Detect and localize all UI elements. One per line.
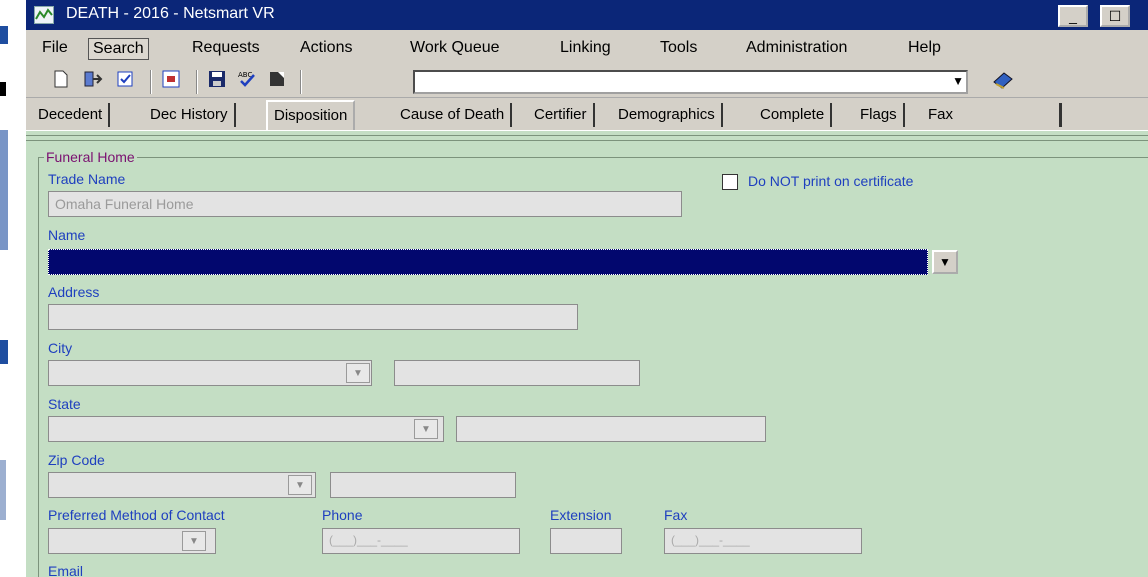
scroll-region-edge xyxy=(26,135,1148,141)
phone-label: Phone xyxy=(322,507,363,523)
tab-certifier[interactable]: Certifier xyxy=(528,103,595,127)
fax-field[interactable]: (___)___-____ xyxy=(664,528,862,554)
menu-search[interactable]: Search xyxy=(88,38,149,60)
new-document-icon[interactable] xyxy=(50,70,72,92)
extension-label: Extension xyxy=(550,507,612,523)
menu-actions[interactable]: Actions xyxy=(296,38,356,58)
tab-dec-history[interactable]: Dec History xyxy=(144,103,236,127)
dark-square-icon[interactable] xyxy=(266,70,288,92)
address-label: Address xyxy=(48,284,100,300)
preferred-contact-label: Preferred Method of Contact xyxy=(48,507,225,523)
trade-name-field[interactable]: Omaha Funeral Home xyxy=(48,191,682,217)
city-text-field[interactable] xyxy=(394,360,640,386)
zip-code-combo[interactable] xyxy=(48,472,316,498)
minimize-icon: _ xyxy=(1069,8,1077,24)
address-field[interactable] xyxy=(48,304,578,330)
chevron-down-icon[interactable]: ▼ xyxy=(288,475,312,495)
maximize-button[interactable]: ☐ xyxy=(1100,5,1130,27)
minimize-button[interactable]: _ xyxy=(1058,5,1088,27)
do-not-print-label: Do NOT print on certificate xyxy=(748,173,914,189)
menu-bar: File Search Requests Actions Work Queue … xyxy=(26,36,1148,62)
window-title: DEATH - 2016 - Netsmart VR xyxy=(66,5,275,22)
book-icon[interactable] xyxy=(992,70,1014,92)
app-icon xyxy=(34,6,54,24)
toolbar-separator xyxy=(150,70,152,94)
state-label: State xyxy=(48,396,81,412)
city-combo[interactable] xyxy=(48,360,372,386)
checkmark-icon[interactable] xyxy=(114,70,136,92)
tab-decedent[interactable]: Decedent xyxy=(32,103,111,127)
menu-requests[interactable]: Requests xyxy=(188,38,264,58)
chevron-down-icon[interactable]: ▼ xyxy=(952,74,964,88)
fax-label: Fax xyxy=(664,507,688,523)
tab-demographics[interactable]: Demographics xyxy=(612,103,723,127)
tab-strip: Decedent Dec History Disposition Cause o… xyxy=(26,100,1148,130)
chevron-down-icon[interactable]: ▼ xyxy=(414,419,438,439)
disposition-panel: Funeral Home Trade Name Omaha Funeral Ho… xyxy=(26,130,1148,577)
group-title: Funeral Home xyxy=(44,149,137,165)
form-icon[interactable] xyxy=(160,70,182,92)
city-label: City xyxy=(48,340,73,356)
name-dropdown-button[interactable]: ▼ xyxy=(932,250,958,274)
menu-linking[interactable]: Linking xyxy=(556,38,615,58)
tab-disposition[interactable]: Disposition xyxy=(266,100,356,130)
chevron-down-icon[interactable]: ▼ xyxy=(346,363,370,383)
title-bar: DEATH - 2016 - Netsmart VR _ ☐ xyxy=(26,0,1148,30)
tab-fax[interactable]: Fax xyxy=(922,103,1062,127)
netsmart-window: DEATH - 2016 - Netsmart VR _ ☐ File Sear… xyxy=(26,0,1148,577)
toolbar-separator xyxy=(196,70,198,94)
zip-code-text-field[interactable] xyxy=(330,472,516,498)
tab-flags[interactable]: Flags xyxy=(854,103,905,127)
state-combo[interactable] xyxy=(48,416,444,442)
zip-code-label: Zip Code xyxy=(48,452,105,468)
spellcheck-icon[interactable]: ABC xyxy=(236,70,258,92)
trade-name-label: Trade Name xyxy=(48,171,126,187)
extension-field[interactable] xyxy=(550,528,622,554)
chevron-down-icon: ▼ xyxy=(939,255,951,269)
toolbar: ABC ▼ xyxy=(26,66,1148,98)
toolbar-separator xyxy=(300,70,302,94)
chevron-down-icon[interactable]: ▼ xyxy=(182,531,206,551)
save-icon[interactable] xyxy=(206,70,228,92)
menu-work-queue[interactable]: Work Queue xyxy=(406,38,504,58)
tab-complete[interactable]: Complete xyxy=(754,103,833,127)
state-text-field[interactable] xyxy=(456,416,766,442)
exit-icon[interactable] xyxy=(82,70,104,92)
name-label: Name xyxy=(48,227,86,243)
menu-file[interactable]: File xyxy=(38,38,72,58)
name-combo[interactable] xyxy=(48,249,928,275)
phone-field[interactable]: (___)___-____ xyxy=(322,528,520,554)
email-label: Email xyxy=(48,563,84,577)
do-not-print-checkbox[interactable] xyxy=(722,174,738,190)
maximize-icon: ☐ xyxy=(1108,8,1122,24)
tab-cause-of-death[interactable]: Cause of Death xyxy=(394,103,513,127)
menu-tools[interactable]: Tools xyxy=(656,38,701,58)
toolbar-combo[interactable]: ▼ xyxy=(413,70,968,94)
menu-administration[interactable]: Administration xyxy=(742,38,851,58)
menu-help[interactable]: Help xyxy=(904,38,945,58)
